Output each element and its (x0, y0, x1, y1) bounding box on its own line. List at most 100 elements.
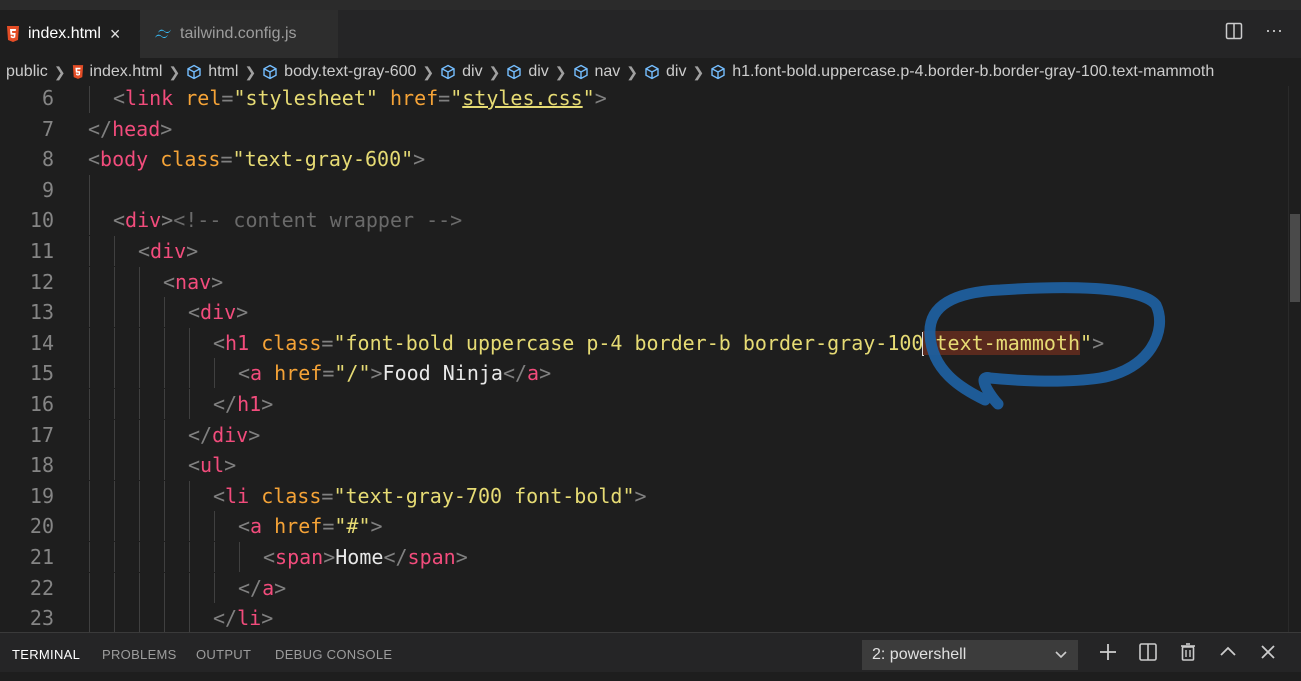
code-line[interactable]: 16 </h1> (0, 389, 1288, 419)
code-text: <body class="text-gray-600"> (88, 144, 425, 174)
code-token: </ (238, 575, 263, 600)
indent-guide (114, 603, 115, 632)
indent-guide (139, 480, 140, 511)
code-line[interactable]: 20 <a href="#"> (0, 511, 1288, 542)
vertical-scrollbar[interactable] (1288, 86, 1301, 632)
breadcrumb-item[interactable]: h1.font-bold.uppercase.p-4.border-b.bord… (710, 63, 1214, 81)
code-token: < (263, 545, 276, 569)
code-line[interactable]: 13 <div> (0, 297, 1288, 328)
indent-guide (139, 358, 140, 389)
breadcrumb-item[interactable]: div (644, 63, 686, 81)
indent-guide (139, 327, 140, 358)
code-token: href (274, 514, 323, 539)
code-token: "text-gray-700 font-bold" (333, 483, 635, 508)
breadcrumb-item[interactable]: public (6, 63, 48, 81)
breadcrumb-item[interactable]: body.text-gray-600 (262, 63, 416, 81)
code-line[interactable]: 23 </li> (0, 603, 1288, 632)
code-token: < (238, 361, 251, 386)
code-line[interactable]: 8 <body class="text-gray-600"> (0, 144, 1288, 174)
trash-icon[interactable] (1178, 642, 1198, 662)
code-line[interactable]: 14 <h1 class="font-bold uppercase p-4 bor… (0, 327, 1288, 358)
indent-guide (189, 358, 190, 389)
code-token: head (112, 116, 161, 141)
code-token: span (275, 545, 324, 569)
code-token: > (160, 116, 173, 141)
panel-tab-output[interactable]: OUTPUT (196, 633, 251, 673)
code-line[interactable]: 11 <div> (0, 236, 1288, 266)
indent-guide (164, 297, 165, 328)
panel-tab-terminal[interactable]: TERMINAL (12, 633, 80, 673)
code-token: "stylesheet" (233, 86, 378, 110)
line-number: 17 (29, 422, 54, 447)
line-number: 8 (41, 147, 54, 172)
code-text: <a href="#"> (238, 511, 383, 541)
line-number: 16 (29, 392, 54, 416)
code-token: div (125, 208, 162, 233)
symbol-element-icon (710, 64, 726, 80)
code-token: </ (502, 361, 528, 386)
code-text: <div> (138, 236, 198, 266)
code-line[interactable]: 12 <nav> (0, 266, 1288, 297)
more-actions-icon[interactable]: ··· (1265, 20, 1283, 41)
tab-tailwind-config[interactable]: tailwind.config.js (140, 10, 338, 58)
code-line[interactable]: 18 <ul> (0, 450, 1288, 481)
code-line[interactable]: 17 </div> (0, 419, 1288, 450)
panel-tab-debug-console[interactable]: DEBUG CONSOLE (275, 633, 392, 673)
tab-index-html[interactable]: index.html × (0, 10, 140, 58)
indent-guide (189, 511, 190, 542)
code-token: "#" (334, 514, 371, 539)
breadcrumb-item[interactable]: html (186, 63, 238, 81)
line-number: 6 (41, 86, 54, 110)
scrollbar-thumb[interactable] (1290, 214, 1300, 302)
breadcrumb-item[interactable]: div (506, 63, 549, 81)
code-editor[interactable]: 6 <link rel="stylesheet" href="styles.css… (0, 86, 1301, 632)
breadcrumb-item[interactable]: div (440, 63, 483, 81)
chevron-right-icon: ❯ (554, 63, 567, 80)
indent-guide (214, 542, 215, 572)
code-token: > (261, 606, 274, 631)
code-token: body (100, 147, 149, 172)
code-token: < (188, 453, 201, 478)
close-icon[interactable]: × (110, 24, 121, 45)
split-terminal-icon[interactable] (1138, 642, 1158, 662)
plus-icon[interactable] (1098, 642, 1118, 662)
code-token: < (113, 86, 126, 110)
code-token: < (88, 147, 101, 172)
code-token: span (407, 545, 456, 569)
split-editor-icon[interactable] (1225, 22, 1243, 40)
indent-guide (214, 511, 215, 542)
code-line[interactable]: 6 <link rel="stylesheet" href="styles.css… (0, 86, 1288, 113)
code-token: nav (175, 269, 212, 294)
code-token: a (250, 514, 263, 539)
indent-guide (114, 236, 115, 266)
line-number: 10 (29, 208, 54, 233)
code-token: rel (185, 86, 222, 110)
code-token: > (224, 453, 237, 478)
code-line[interactable]: 9 (0, 174, 1288, 205)
chevron-right-icon: ❯ (422, 63, 435, 80)
close-icon[interactable] (1258, 642, 1278, 662)
indent-guide (164, 511, 165, 542)
code-line[interactable]: 15 <a href="/">Food Ninja</a> (0, 358, 1288, 389)
breadcrumb-item[interactable]: nav (573, 63, 620, 81)
code-text: </head> (88, 114, 172, 144)
code-line[interactable]: 22 </a> (0, 572, 1288, 603)
code-line[interactable]: 21 <span>Home</span> (0, 542, 1288, 572)
breadcrumb-item[interactable]: index.html (72, 63, 162, 81)
code-token: </ (88, 116, 113, 141)
terminal-select[interactable]: 2: powershell (862, 640, 1078, 670)
panel-tab-problems[interactable]: PROBLEMS (102, 633, 177, 673)
code-token: h1 (237, 392, 262, 416)
indent-guide (89, 603, 90, 632)
code-line[interactable]: 19 <li class="text-gray-700 font-bold"> (0, 480, 1288, 511)
indent-guide (114, 542, 115, 572)
indent-guide (114, 266, 115, 297)
code-line[interactable]: 7 </head> (0, 114, 1288, 144)
chevron-up-icon[interactable] (1218, 642, 1238, 662)
code-token: href (274, 361, 323, 386)
chevron-down-icon (1054, 640, 1068, 681)
indent-guide (89, 297, 90, 328)
code-line[interactable]: 10 <div><!-- content wrapper --> (0, 205, 1288, 236)
indent-guide (89, 542, 90, 572)
